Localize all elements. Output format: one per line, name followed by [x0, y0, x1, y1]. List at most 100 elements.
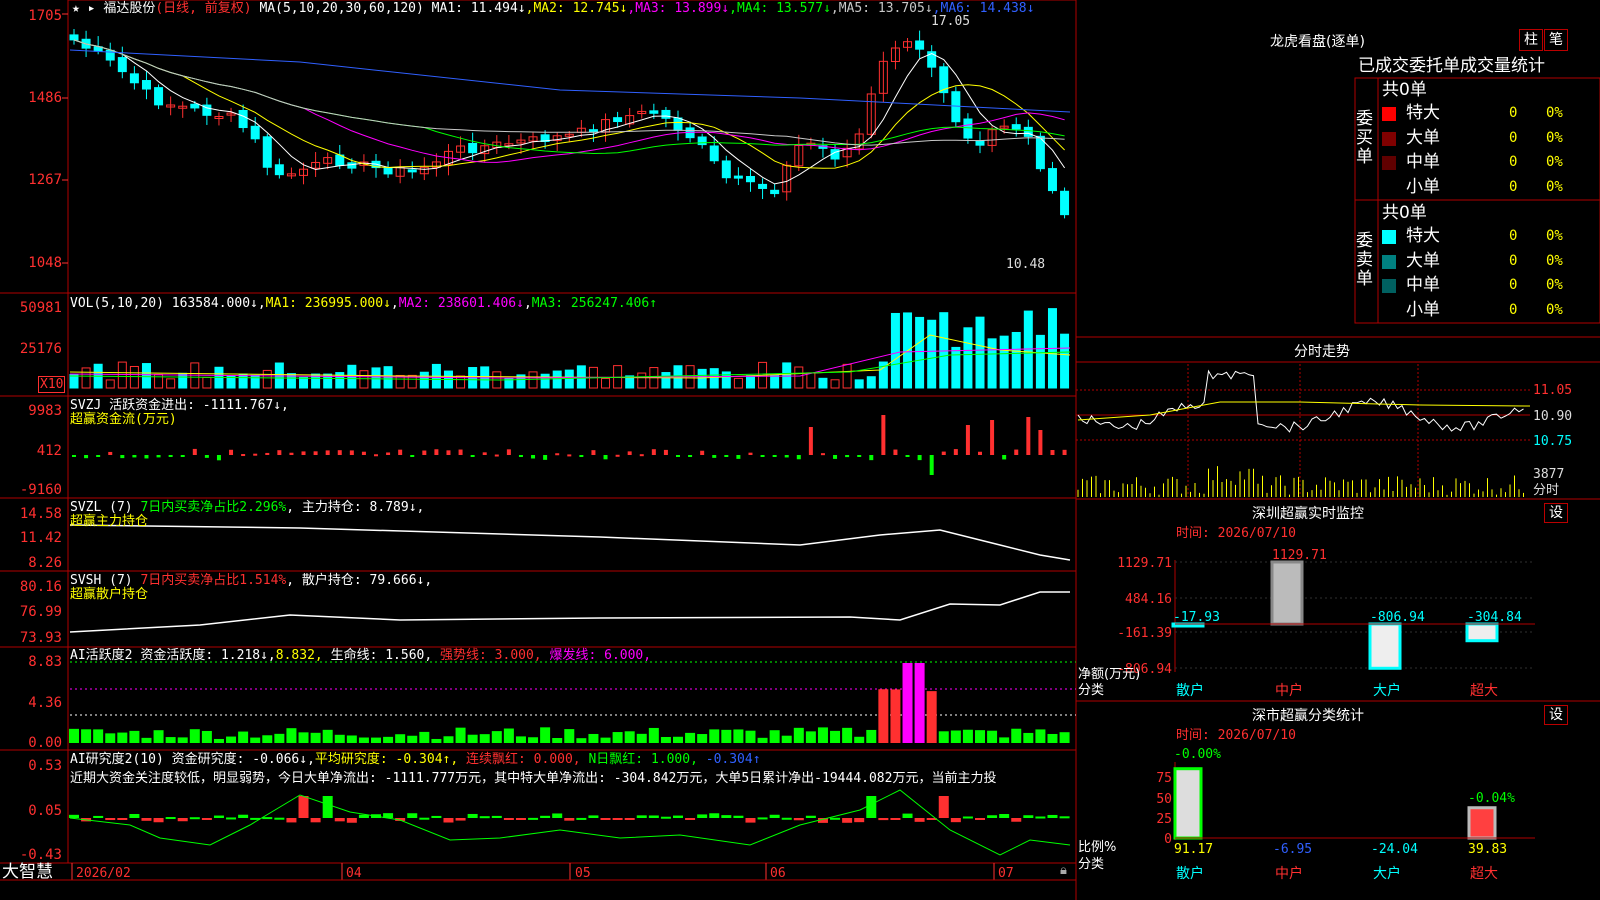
activity-bar: [1047, 733, 1058, 743]
fund-flow-bar: [627, 451, 632, 455]
activity-bar: [817, 727, 828, 743]
activity-bar: [177, 737, 188, 743]
buy-row-percent: 0%: [1546, 105, 1563, 121]
monitor-settings-button[interactable]: 设: [1544, 503, 1568, 523]
candle-body: [709, 145, 719, 162]
research-bar: [987, 815, 998, 818]
fund-flow-bar: [84, 455, 89, 459]
classify-tick: 25: [1156, 812, 1172, 827]
activity-bar: [975, 730, 985, 743]
activity-bar: [624, 731, 635, 743]
activity-bar: [926, 691, 937, 743]
activity-bar: [250, 737, 261, 743]
candle-body: [963, 118, 973, 139]
research-bar: [999, 814, 1010, 818]
stock-name: 福达股份: [103, 1, 156, 16]
research-bar: [564, 818, 575, 821]
left-arrow-icon[interactable]: ▸: [88, 1, 96, 16]
activity-bar: [515, 736, 526, 743]
fund-flow-bar: [72, 455, 76, 457]
research-bar: [455, 818, 466, 821]
activity-bar: [612, 732, 623, 743]
fund-flow-bar: [772, 455, 777, 457]
research-bar: [443, 818, 454, 823]
volume-bar: [987, 338, 997, 389]
classify-bar: [1467, 806, 1497, 840]
fund-flow-bar: [253, 453, 258, 456]
svsh-tick: 76.99: [19, 604, 62, 620]
activity-bar: [407, 735, 418, 743]
volume-bar: [733, 377, 743, 389]
low-price-label: 10.48: [1006, 257, 1046, 272]
candle-body: [721, 160, 731, 179]
volume-bar: [105, 379, 115, 389]
activity-bar: [709, 729, 720, 743]
activity-bar: [346, 735, 357, 743]
research-bar: [129, 813, 140, 818]
fund-flow-bar: [374, 454, 378, 457]
volume-bar: [745, 375, 755, 389]
ma60-line: [73, 39, 1065, 146]
activity-bar: [648, 727, 659, 743]
activity-bar: [999, 737, 1010, 743]
ma1: MA1: 11.494↓: [431, 1, 526, 16]
research-bar: [576, 817, 587, 820]
fund-flow-bar: [422, 450, 427, 455]
research-bar: [842, 818, 853, 823]
buy-order-label: 委买单: [1356, 109, 1373, 167]
activity-bar: [262, 735, 273, 743]
candle-body: [250, 125, 260, 140]
volume-bar: [806, 372, 816, 389]
star-icon[interactable]: ★: [72, 1, 80, 16]
research-bar: [793, 818, 804, 821]
research-bar: [962, 816, 973, 819]
tick-view-button[interactable]: 笔: [1544, 29, 1568, 51]
classify-settings-button[interactable]: 设: [1544, 705, 1568, 725]
classify-category: 超大: [1470, 866, 1498, 882]
svsh-header: SVSH (7) 7日内买卖净占比1.514%, 散户持仓: 79.666↓,: [70, 573, 433, 588]
price-tick: 1486: [28, 90, 62, 106]
app-logo[interactable]: 大智慧: [2, 864, 53, 881]
volume-bar: [975, 316, 985, 389]
research-bar: [117, 818, 128, 820]
activity-bar: [69, 728, 79, 743]
activity-bar: [914, 663, 925, 743]
sell-color-swatch: [1382, 279, 1396, 293]
volume-bar: [890, 312, 900, 389]
fund-flow-bar: [241, 454, 246, 457]
candle-body: [1047, 168, 1057, 192]
research-line: [69, 789, 1071, 856]
intraday-price-line: [1077, 369, 1524, 433]
svsh-subtitle: 超赢散户持仓: [70, 587, 149, 602]
svzl-tick: 11.42: [19, 530, 62, 546]
x-axis-label: 04: [346, 866, 362, 881]
candle-body: [661, 109, 671, 119]
volume-pane-header: VOL(5,10,20) 163584.000↓,MA1: 236995.000…: [70, 296, 658, 311]
monitor-title: 深圳超赢实时监控: [1252, 506, 1364, 522]
intraday-tick: 10.75: [1533, 434, 1573, 449]
research-bar: [503, 818, 514, 820]
fund-flow-bar: [615, 454, 620, 457]
activity-bar: [878, 689, 889, 743]
fund-flow-bar: [180, 455, 185, 457]
fund-flow-bar: [216, 455, 221, 461]
volume-unit-badge[interactable]: X10: [38, 376, 66, 393]
research-bar: [697, 814, 708, 818]
candle-body: [129, 73, 139, 84]
monitor-tick: -161.39: [1117, 626, 1172, 641]
fund-flow-bar: [337, 450, 342, 455]
volume-bar: [238, 373, 248, 389]
volume-bar: [963, 327, 973, 389]
research-bar: [600, 818, 611, 820]
monitor-category: 中户: [1275, 682, 1303, 699]
lock-icon[interactable]: 🔒︎: [1060, 863, 1067, 878]
ai-research-comment: 近期大资金关注度较低，明显弱势，今日大单净流出: -1111.777万元，其中特…: [70, 771, 997, 786]
fund-flow-bar: [120, 455, 125, 459]
fund-flow-bar: [349, 450, 354, 455]
research-bar: [1047, 814, 1058, 818]
bar-view-button[interactable]: 柱: [1519, 29, 1543, 51]
activity-bar: [1023, 732, 1034, 743]
activity-bar: [890, 689, 901, 743]
activity-bar: [443, 736, 454, 743]
classify-top-label: -0.04%: [1468, 791, 1515, 806]
